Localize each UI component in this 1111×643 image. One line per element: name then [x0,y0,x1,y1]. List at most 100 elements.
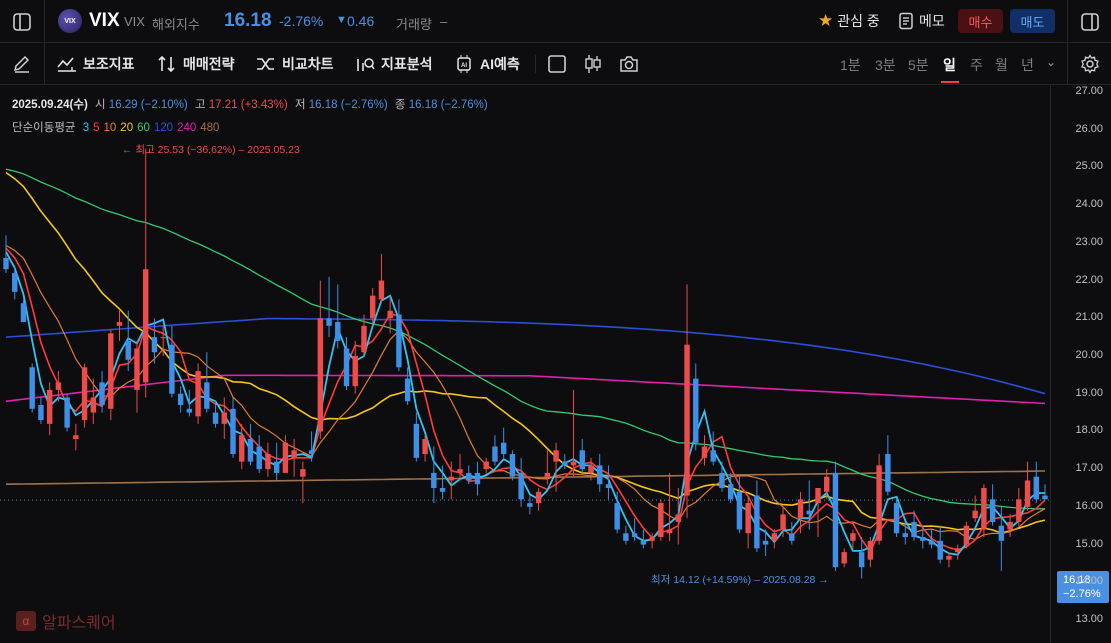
candle-body [46,389,53,424]
y-axis-tick-label: 24.00 [1075,198,1103,211]
tool-strategy[interactable]: 매매전략 [157,43,235,85]
candle-body [544,472,551,477]
candle-body [509,454,516,477]
candle-body [893,503,900,534]
shuffle-icon [257,58,274,70]
candle-body [727,484,734,500]
ohlc-high: 17.21 (+3.43%) [208,99,288,111]
ma-legend-period-3[interactable]: 3 [83,122,89,134]
candle-body [946,555,952,560]
buy-button[interactable]: 매수 [958,9,1003,33]
ohlc-high-label: 고 [194,99,206,111]
candle-body [981,488,987,530]
analysis-icon [357,58,375,71]
memo-button[interactable]: 메모 [898,10,945,32]
candle-body [1042,495,1048,500]
candle-body [518,472,524,500]
price-chart[interactable]: 2025.09.24(수) 시 16.29 (−2.10%) 고 17.21 (… [0,85,1111,643]
candle-body [212,412,219,424]
candle-body [492,446,498,462]
candle-body [108,333,114,409]
candle-body [291,450,297,458]
y-axis-tick-label: 15.00 [1075,537,1103,550]
candle-body [553,450,559,462]
candle-body [474,472,481,485]
candle-body [989,499,996,522]
period-week[interactable]: 주 [970,55,983,75]
candle-body [754,495,760,549]
period-dropdown-chevron-icon[interactable]: ⌄ [1046,55,1056,69]
candle-body [500,442,507,455]
candle-body [439,488,446,492]
ma-legend-period-60[interactable]: 60 [137,122,150,134]
candle-body [265,454,271,470]
candle-body [867,540,874,560]
tool-analysis[interactable]: 지표분석 [355,43,433,85]
candle-body [160,337,166,339]
candle-body [745,503,751,534]
candle-body [177,393,184,406]
camera-icon[interactable] [618,53,640,75]
candle-body [29,367,35,409]
candle-body [640,540,647,545]
tool-ai-predict[interactable]: AI AI예측 [454,43,520,85]
square-shape-icon[interactable] [546,53,568,75]
candle-type-icon[interactable] [582,53,604,75]
ma-legend-period-10[interactable]: 10 [104,122,117,134]
candle-body [169,344,175,394]
candle-body [125,340,131,360]
tool-label: 지표분석 [381,56,433,72]
candle-body [631,533,638,538]
candle-body [457,469,463,473]
candle-body [3,257,9,270]
watermark-logo: α [16,611,36,631]
period-5min[interactable]: 5분 [908,55,929,75]
ohlc-date: 2025.09.24(수) [12,99,88,111]
candle-body [562,461,568,466]
candle-body [466,472,472,481]
candle-body [300,469,306,477]
period-3min[interactable]: 3분 [875,55,896,75]
candle-body [431,472,437,488]
candle-body [762,540,769,545]
symbol-title[interactable]: VIX [89,10,120,32]
candlestick-chart-svg[interactable] [0,85,1111,643]
volume-label: 거래량 [396,17,432,32]
candle-body [404,378,411,402]
ma-legend-period-240[interactable]: 240 [177,122,196,134]
candle-body [247,438,254,462]
sidebar-toggle-left-icon[interactable] [10,10,34,34]
candle-body [824,476,830,492]
ma-legend-period-120[interactable]: 120 [154,122,173,134]
candle-body [221,412,227,424]
period-day[interactable]: 일 [943,55,956,75]
period-year[interactable]: 년 [1021,55,1034,75]
candle-body [1016,499,1022,522]
ma-legend[interactable]: 단순이동평균 3 5 10 20 60 120 240 480 [12,119,219,135]
ohlc-low: 16.18 (−2.76%) [308,99,388,111]
watch-label: 관심 중 [837,13,880,29]
candle-body [317,318,324,432]
period-1min[interactable]: 1분 [840,55,861,75]
candle-body [335,322,341,341]
candle-body [789,533,795,541]
sell-button[interactable]: 매도 [1010,9,1055,33]
ma-legend-period-20[interactable]: 20 [120,122,133,134]
candle-body [841,552,847,564]
tool-indicators[interactable]: 보조지표 [57,43,135,85]
candle-body [20,303,27,323]
ma-legend-period-5[interactable]: 5 [93,122,99,134]
period-month[interactable]: 월 [995,55,1008,75]
watch-button[interactable]: ★ 관심 중 [818,10,880,32]
settings-gear-icon[interactable] [1078,53,1102,75]
ma-legend-period-480[interactable]: 480 [200,122,219,134]
sidebar-toggle-right-icon[interactable] [1078,10,1102,34]
y-axis-tick-label: 27.00 [1075,85,1103,97]
ohlc-close: 16.18 (−2.76%) [408,99,488,111]
tool-label: 보조지표 [83,56,135,72]
watermark-text: 알파스퀘어 [42,615,116,632]
candle-body [1007,521,1013,530]
candle-body [937,540,943,560]
tool-compare[interactable]: 비교차트 [256,43,334,85]
draw-pen-icon[interactable] [10,53,34,75]
